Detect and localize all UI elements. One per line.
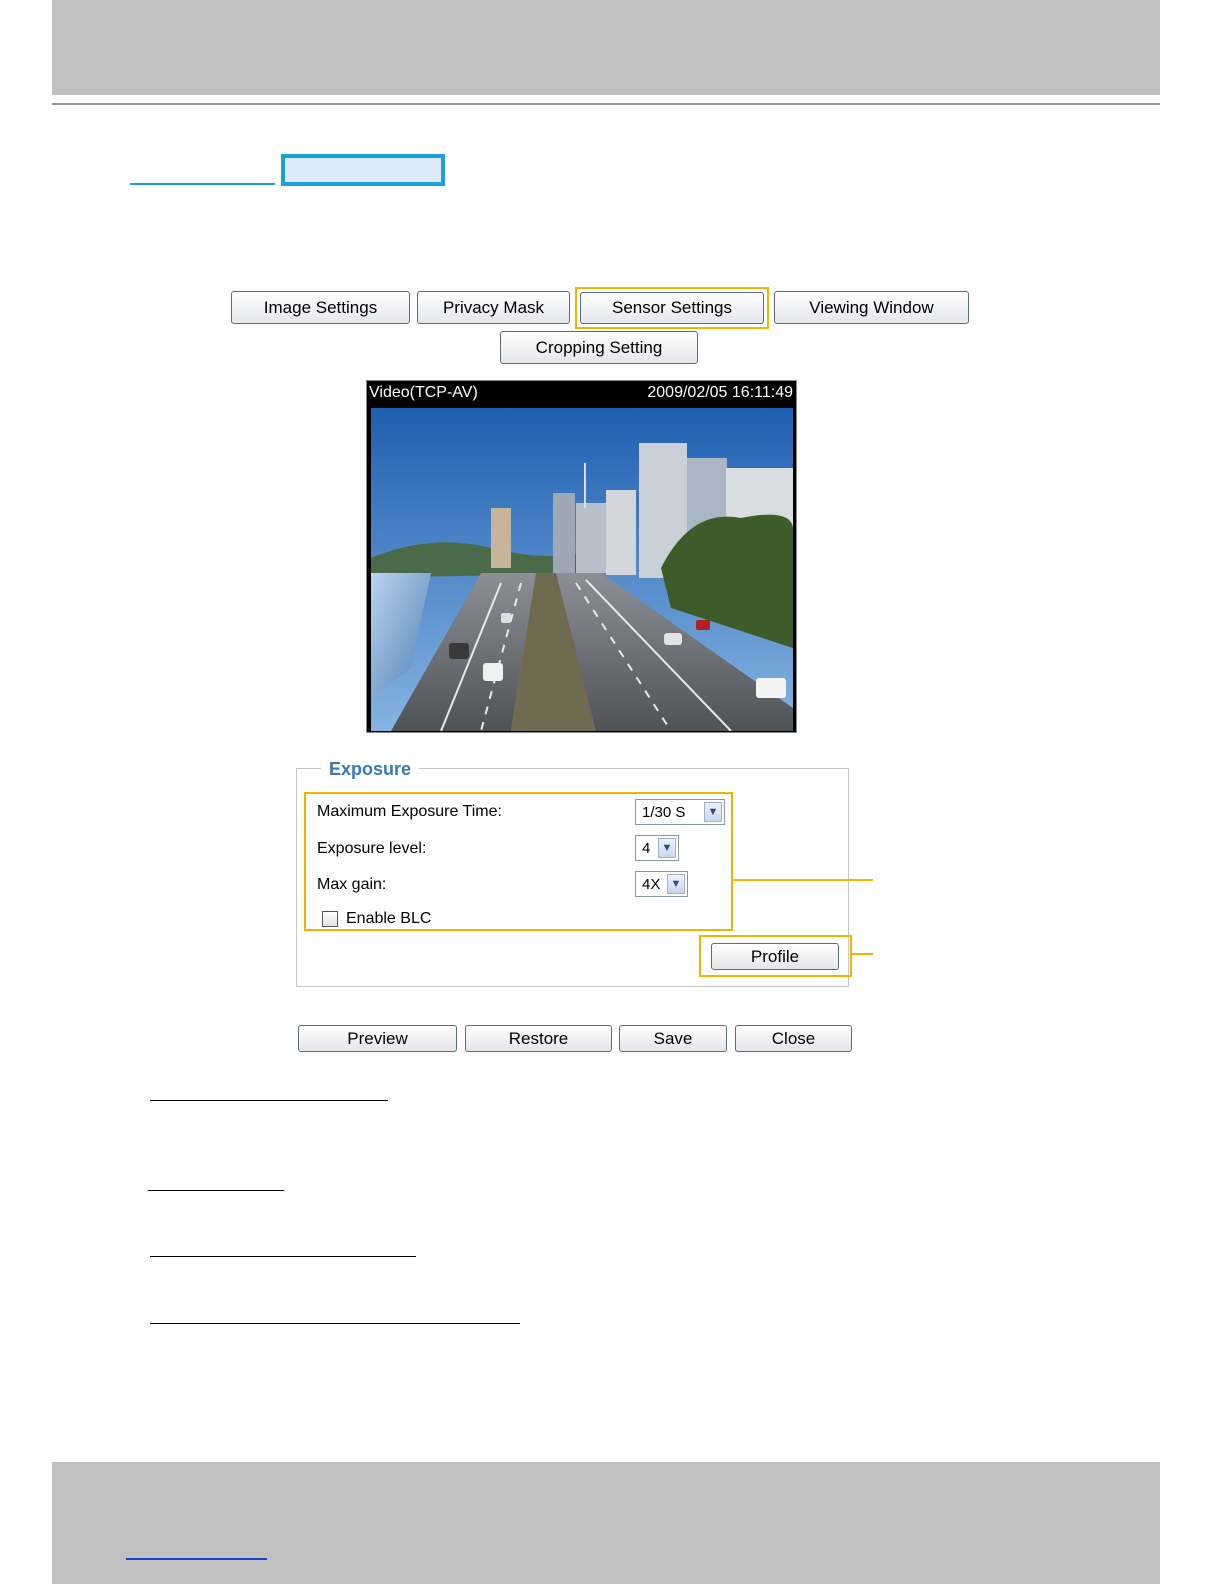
exposure-legend: Exposure — [321, 759, 420, 780]
exposure-callout-line — [733, 879, 873, 881]
tab-viewing-window[interactable]: Viewing Window — [774, 291, 969, 324]
max-exposure-label: Maximum Exposure Time: — [317, 803, 502, 820]
chevron-down-icon: ▼ — [704, 802, 722, 822]
section-heading-underline — [150, 1323, 520, 1324]
section-heading-underline — [150, 1256, 416, 1257]
chevron-down-icon: ▼ — [658, 838, 676, 858]
header-divider — [52, 103, 1160, 105]
enable-blc-label: Enable BLC — [346, 910, 432, 927]
max-exposure-value: 1/30 S — [642, 803, 686, 821]
max-gain-label: Max gain: — [317, 876, 387, 893]
section-heading-underline — [148, 1190, 284, 1191]
exposure-level-value: 4 — [642, 839, 651, 857]
section-tab-highlight — [281, 154, 445, 186]
max-gain-select[interactable]: 4X ▼ — [635, 871, 688, 897]
page-footer-bar — [52, 1462, 1160, 1584]
tab-image-settings[interactable]: Image Settings — [231, 291, 410, 324]
save-button[interactable]: Save — [619, 1025, 727, 1052]
chevron-down-icon: ▼ — [667, 874, 685, 894]
tab-privacy-mask[interactable]: Privacy Mask — [417, 291, 570, 324]
sensor-settings-highlight — [575, 287, 769, 329]
max-gain-value: 4X — [642, 875, 661, 893]
exposure-level-select[interactable]: 4 ▼ — [635, 835, 679, 861]
video-frame-image — [371, 408, 793, 731]
video-timestamp: 2009/02/05 16:11:49 — [647, 384, 793, 401]
max-exposure-select[interactable]: 1/30 S ▼ — [635, 799, 725, 825]
section-heading-underline — [150, 1100, 388, 1101]
exposure-level-label: Exposure level: — [317, 840, 427, 857]
section-link-underline[interactable] — [130, 183, 275, 185]
preview-button[interactable]: Preview — [298, 1025, 457, 1052]
profile-button[interactable]: Profile — [711, 943, 839, 970]
tab-cropping-setting[interactable]: Cropping Setting — [500, 331, 698, 364]
footer-link-underline[interactable] — [126, 1558, 267, 1560]
video-stream-label: Video(TCP-AV) — [369, 384, 478, 401]
profile-callout-line — [852, 953, 873, 955]
enable-blc-checkbox[interactable] — [322, 911, 338, 927]
restore-button[interactable]: Restore — [465, 1025, 612, 1052]
page-header-bar — [52, 0, 1160, 95]
close-button[interactable]: Close — [735, 1025, 852, 1052]
video-viewer[interactable]: Video(TCP-AV) 2009/02/05 16:11:49 — [366, 380, 797, 733]
